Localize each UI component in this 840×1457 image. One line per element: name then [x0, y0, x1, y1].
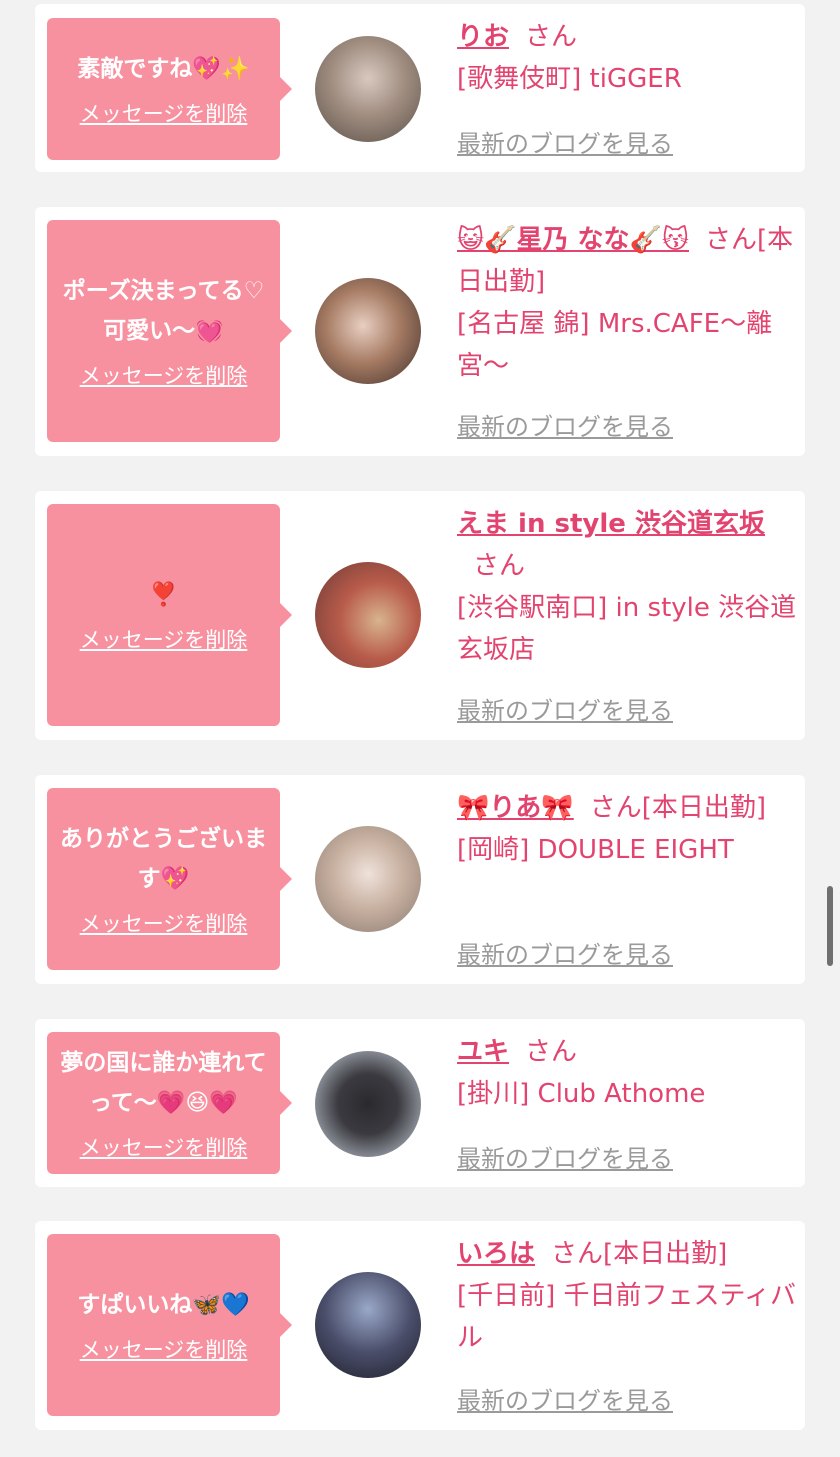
shop-name: [掛川] Club Athome — [457, 1079, 706, 1109]
avatar[interactable] — [315, 826, 421, 932]
message-bubble: すぱいいね🦋💙 メッセージを削除 — [47, 1234, 292, 1416]
girl-name-link[interactable]: りお — [457, 22, 509, 52]
message-text: ありがとうございます💖 — [60, 826, 267, 892]
message-card: すぱいいね🦋💙 メッセージを削除 いろは さん[本日出勤] [千日前] 千日前フェ… — [35, 1221, 805, 1430]
delete-message-link[interactable]: メッセージを削除 — [80, 909, 248, 939]
name-suffix: さん[本日出勤] — [589, 793, 767, 823]
message-card: 素敵ですね💖✨ メッセージを削除 りお さん [歌舞伎町] tiGGER 最新のブ… — [35, 4, 805, 172]
message-bubble: ❣️ メッセージを削除 — [47, 504, 292, 726]
name-suffix: さん — [525, 22, 578, 52]
latest-blog-link[interactable]: 最新のブログを見る — [457, 935, 673, 970]
girl-info: ユキ さん [掛川] Club Athome — [457, 1031, 797, 1115]
avatar[interactable] — [315, 1051, 421, 1157]
girl-info: 😺🎸星乃 なな🎸😽 さん[本日出勤] [名古屋 錦] Mrs.CAFE〜離宮〜 — [457, 219, 797, 387]
latest-blog-link[interactable]: 最新のブログを見る — [457, 1139, 673, 1174]
message-card: 夢の国に誰か連れてって〜💗😆💗 メッセージを削除 ユキ さん [掛川] Club … — [35, 1019, 805, 1187]
message-text: すぱいいね🦋💙 — [77, 1292, 250, 1318]
message-bubble: ありがとうございます💖 メッセージを削除 — [47, 788, 292, 970]
girl-info: いろは さん[本日出勤] [千日前] 千日前フェスティバル — [457, 1233, 797, 1359]
scrollbar[interactable] — [827, 886, 833, 966]
name-suffix: さん — [525, 1037, 578, 1067]
delete-message-link[interactable]: メッセージを削除 — [80, 1133, 248, 1163]
avatar[interactable] — [315, 278, 421, 384]
delete-message-link[interactable]: メッセージを削除 — [80, 625, 248, 655]
message-bubble: 夢の国に誰か連れてって〜💗😆💗 メッセージを削除 — [47, 1032, 292, 1174]
girl-name-link[interactable]: ユキ — [457, 1037, 509, 1067]
message-bubble: 素敵ですね💖✨ メッセージを削除 — [47, 18, 292, 160]
message-text: ポーズ決まってる♡可愛い〜💓 — [62, 278, 265, 344]
girl-name-link[interactable]: いろは — [457, 1239, 535, 1269]
shop-name: [千日前] 千日前フェスティバル — [457, 1281, 796, 1353]
girl-name-link[interactable]: 😺🎸星乃 なな🎸😽 — [457, 225, 689, 255]
avatar[interactable] — [315, 1272, 421, 1378]
name-suffix: さん — [473, 551, 526, 581]
delete-message-link[interactable]: メッセージを削除 — [80, 1335, 248, 1365]
latest-blog-link[interactable]: 最新のブログを見る — [457, 691, 673, 726]
message-text: 素敵ですね💖✨ — [77, 56, 250, 82]
latest-blog-link[interactable]: 最新のブログを見る — [457, 124, 673, 159]
girl-name-link[interactable]: 🎀りあ🎀 — [457, 793, 574, 823]
message-card: ありがとうございます💖 メッセージを削除 🎀りあ🎀 さん[本日出勤] [岡崎] D… — [35, 775, 805, 984]
girl-info: 🎀りあ🎀 さん[本日出勤] [岡崎] DOUBLE EIGHT — [457, 787, 797, 871]
shop-name: [渋谷駅南口] in style 渋谷道玄坂店 — [457, 593, 797, 665]
avatar[interactable] — [315, 562, 421, 668]
girl-info: りお さん [歌舞伎町] tiGGER — [457, 16, 797, 100]
message-text: ❣️ — [149, 582, 178, 608]
message-bubble: ポーズ決まってる♡可愛い〜💓 メッセージを削除 — [47, 220, 292, 442]
message-text: 夢の国に誰か連れてって〜💗😆💗 — [60, 1050, 267, 1116]
delete-message-link[interactable]: メッセージを削除 — [80, 361, 248, 391]
shop-name: [名古屋 錦] Mrs.CAFE〜離宮〜 — [457, 309, 773, 381]
latest-blog-link[interactable]: 最新のブログを見る — [457, 407, 673, 442]
delete-message-link[interactable]: メッセージを削除 — [80, 99, 248, 129]
name-suffix: さん[本日出勤] — [551, 1239, 728, 1269]
shop-name: [歌舞伎町] tiGGER — [457, 64, 682, 94]
latest-blog-link[interactable]: 最新のブログを見る — [457, 1381, 673, 1416]
girl-name-link[interactable]: えま in style 渋谷道玄坂 — [457, 509, 765, 539]
avatar[interactable] — [315, 36, 421, 142]
shop-name: [岡崎] DOUBLE EIGHT — [457, 835, 734, 865]
message-card: ポーズ決まってる♡可愛い〜💓 メッセージを削除 😺🎸星乃 なな🎸😽 さん[本日出勤… — [35, 207, 805, 456]
girl-info: えま in style 渋谷道玄坂さん [渋谷駅南口] in style 渋谷道… — [457, 503, 797, 671]
message-card: ❣️ メッセージを削除 えま in style 渋谷道玄坂さん [渋谷駅南口] … — [35, 491, 805, 740]
